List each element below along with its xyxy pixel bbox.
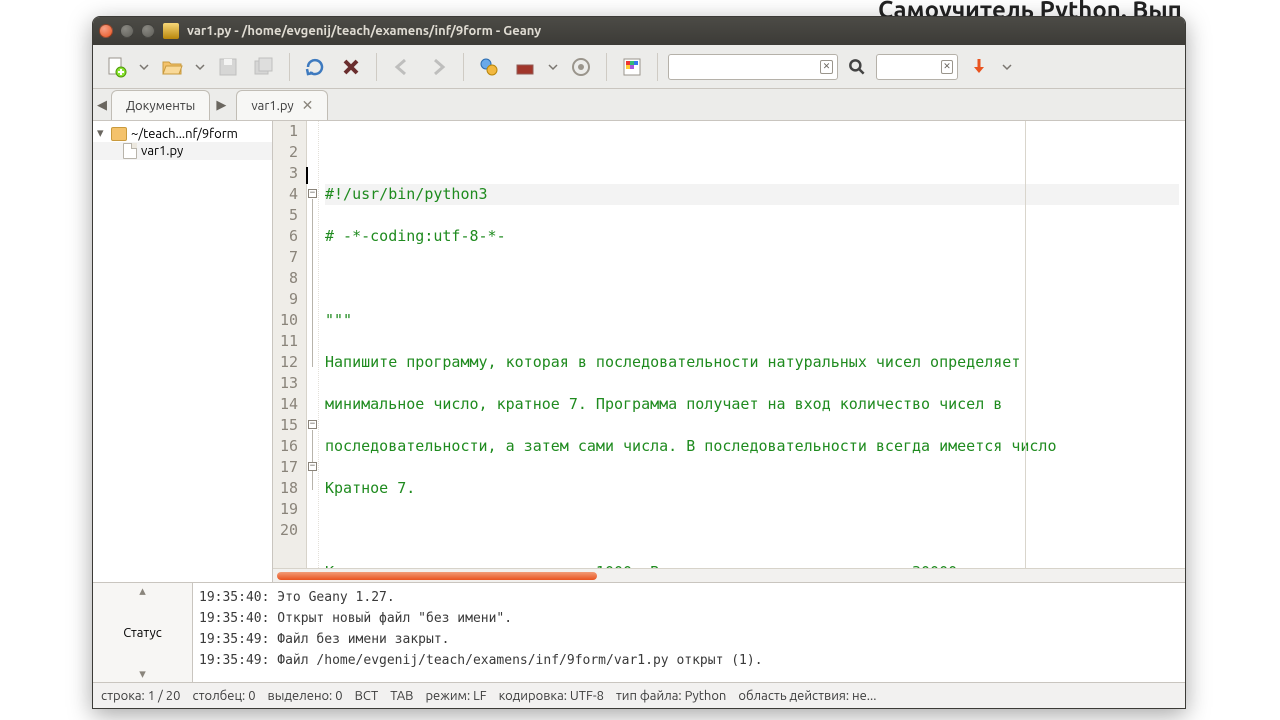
status-line: строка: 1 / 20 [101,689,180,703]
maximize-button[interactable] [141,24,155,38]
goto-line-input[interactable] [881,60,941,74]
close-tab-icon[interactable]: ✕ [302,97,314,114]
status-sel: выделено: 0 [268,689,343,703]
status-scope: область действия: не... [738,689,876,703]
save-all-button[interactable] [249,52,279,82]
sidebar-tab-scroll-right[interactable]: ▶ [212,90,230,120]
message-list[interactable]: 19:35:40: Это Geany 1.27. 19:35:40: Откр… [193,583,1185,682]
status-encoding[interactable]: кодировка: UTF-8 [499,689,604,703]
message-pane: ▴ Статус ▾ 19:35:40: Это Geany 1.27. 19:… [93,582,1185,682]
status-col: столбец: 0 [192,689,255,703]
nav-back-button[interactable] [387,52,417,82]
minimize-button[interactable] [120,24,134,38]
run-button[interactable] [566,52,596,82]
clear-goto-icon[interactable]: ✕ [941,60,953,74]
reload-button[interactable] [300,52,330,82]
clear-search-icon[interactable]: ✕ [820,60,833,74]
tree-file-label: var1.py [141,144,183,158]
open-file-button[interactable] [157,52,187,82]
tree-folder-label: ~/teach...nf/9form [131,127,238,141]
new-file-menu[interactable] [137,62,151,72]
status-filetype[interactable]: тип файла: Python [616,689,726,703]
tab-strip: ◀ Документы ▶ var1.py ✕ [93,89,1185,121]
tree-expander-icon[interactable]: ▾ [97,126,107,141]
fold-marker-icon[interactable]: − [308,189,317,198]
tree-folder-row[interactable]: ▾ ~/teach...nf/9form [93,125,272,142]
nav-forward-button[interactable] [423,52,453,82]
message-row: 19:35:49: Файл без имени закрыт. [199,629,1179,650]
sidebar-tab-label: Документы [126,99,195,113]
documents-tree[interactable]: ▾ ~/teach...nf/9form var1.py [93,121,272,582]
hscroll-thumb[interactable] [277,572,597,580]
goto-line-button[interactable] [964,52,994,82]
status-tab[interactable]: TAB [390,689,413,703]
search-input[interactable] [673,60,820,74]
sidebar-tab-scroll-left[interactable]: ◀ [93,90,111,120]
editor-hscrollbar[interactable] [273,568,1185,582]
toolbar: ✕ ✕ [93,45,1185,89]
msg-tab-scroll-up[interactable]: ▴ [93,583,192,599]
compile-button[interactable] [474,52,504,82]
fold-marker-icon[interactable]: − [308,462,317,471]
color-picker-button[interactable] [617,52,647,82]
sidebar-tab-documents[interactable]: Документы [111,90,210,120]
status-mode[interactable]: режим: LF [425,689,486,703]
code-editor[interactable]: 1234567891011121314151617181920 − − − #!… [273,121,1185,568]
message-row: 19:35:40: Это Geany 1.27. [199,587,1179,608]
right-margin-line [1025,121,1026,568]
new-file-button[interactable] [101,52,131,82]
close-button[interactable] [99,24,113,38]
geany-window: var1.py - /home/evgenij/teach/examens/in… [92,16,1186,709]
window-titlebar[interactable]: var1.py - /home/evgenij/teach/examens/in… [93,17,1185,45]
message-row: 19:35:49: Файл /home/evgenij/teach/exame… [199,650,1179,671]
code-area[interactable]: #!/usr/bin/python3 # -*-coding:utf-8-*- … [319,121,1185,568]
msg-tab-status[interactable]: Статус [93,599,192,666]
tree-file-row[interactable]: var1.py [93,142,272,160]
close-file-button[interactable] [336,52,366,82]
save-button[interactable] [213,52,243,82]
app-icon [163,23,179,39]
goto-line-box[interactable]: ✕ [876,54,958,80]
sidebar: ▾ ~/teach...nf/9form var1.py [93,121,273,582]
status-bar: строка: 1 / 20 столбец: 0 выделено: 0 ВС… [93,682,1185,708]
status-ins[interactable]: ВСТ [355,689,379,703]
window-title: var1.py - /home/evgenij/teach/examens/in… [187,24,541,38]
window-buttons [99,24,155,38]
search-box[interactable]: ✕ [668,54,838,80]
toolbar-overflow[interactable] [1000,62,1014,72]
msg-tab-scroll-down[interactable]: ▾ [93,666,192,682]
folder-icon [111,127,127,141]
build-menu[interactable] [546,62,560,72]
line-gutter[interactable]: 1234567891011121314151617181920 [273,121,307,568]
build-button[interactable] [510,52,540,82]
fold-column[interactable]: − − − [307,121,319,568]
editor-tab-var1[interactable]: var1.py ✕ [236,90,328,120]
message-row: 19:35:40: Открыт новый файл "без имени". [199,608,1179,629]
search-button[interactable] [844,54,870,80]
fold-marker-icon[interactable]: − [308,420,317,429]
editor-tab-label: var1.py [251,99,293,113]
file-icon [123,143,137,159]
open-file-menu[interactable] [193,62,207,72]
